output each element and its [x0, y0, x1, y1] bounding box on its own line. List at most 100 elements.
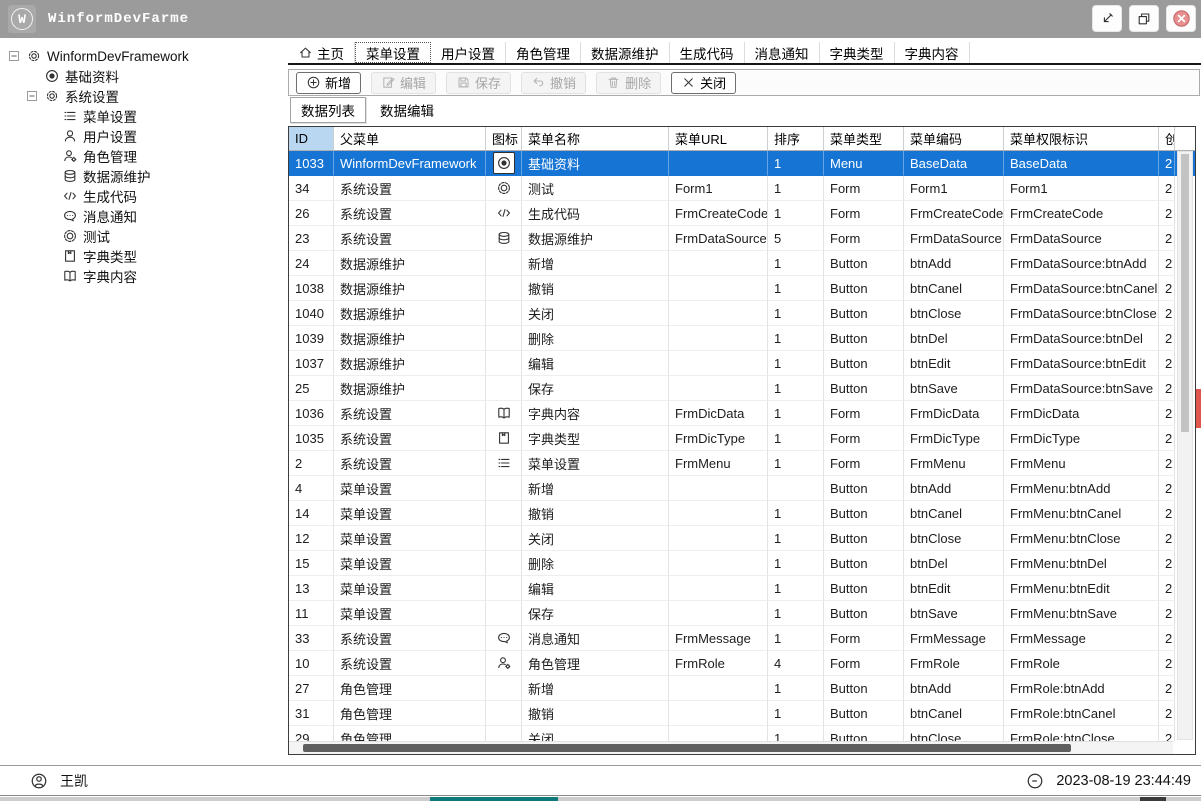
horizontal-scrollbar-thumb[interactable] [303, 744, 1071, 752]
tree-item-label: 数据源维护 [83, 170, 151, 185]
cell-text: 2 [1165, 255, 1173, 271]
table-row[interactable]: 1039 数据源维护 删除 1 Button btnDel FrmDataSource:bt… [289, 326, 1195, 351]
tree-item-user-settings[interactable]: 用户设置 [0, 126, 287, 146]
table-row[interactable]: 1033 WinformDevFramework 基础资料 1 Menu BaseData… [289, 151, 1195, 176]
tree-item-dict-content[interactable]: 字典内容 [0, 266, 287, 286]
table-row[interactable]: 33 系统设置 消息通知 FrmMessage 1 Form FrmMessage FrmMe… [289, 626, 1195, 651]
table-row[interactable]: 1036 系统设置 字典内容 FrmDicData 1 Form FrmDicData Frm… [289, 401, 1195, 426]
column-header-name[interactable]: 菜单名称 [522, 127, 669, 150]
add-button[interactable]: 新增 [296, 71, 362, 94]
tab-datasource-maintenance[interactable]: 数据源维护 [581, 42, 670, 63]
tab-dict-type[interactable]: 字典类型 [820, 42, 895, 63]
table-row[interactable]: 15 菜单设置 删除 1 Button btnDel FrmMenu:btnDel 2 [289, 551, 1195, 576]
cell-code: btnClose [904, 726, 1004, 741]
collapse-box-icon[interactable] [26, 90, 38, 102]
tab-message-notice[interactable]: 消息通知 [745, 42, 820, 63]
tab-role-management[interactable]: 角色管理 [506, 42, 581, 63]
tree-item-base-data[interactable]: 基础资料 [0, 66, 287, 86]
tab-menu-settings[interactable]: 菜单设置 [355, 42, 431, 63]
cell-text: Form1 [910, 180, 948, 196]
table-row[interactable]: 25 数据源维护 保存 1 Button btnSave FrmDataSource:btn… [289, 376, 1195, 401]
tab-code-generation[interactable]: 生成代码 [670, 42, 745, 63]
cell-perm: FrmDataSource:btnClose [1004, 301, 1159, 326]
tree-item-root[interactable]: WinformDevFramework [0, 46, 287, 66]
cell-text: Menu [830, 155, 863, 171]
collapse-box-icon[interactable] [8, 50, 20, 62]
column-header-sort[interactable]: 排序 [768, 127, 824, 150]
cell-icon [486, 601, 522, 626]
cell-extra: 2 [1159, 476, 1175, 501]
cell-icon [486, 226, 522, 251]
cell-text: Form [830, 655, 861, 671]
table-row[interactable]: 12 菜单设置 关闭 1 Button btnClose FrmMenu:btnClose 2 [289, 526, 1195, 551]
tree-item-test[interactable]: 测试 [0, 226, 287, 246]
table-row[interactable]: 24 数据源维护 新增 1 Button btnAdd FrmDataSource:btnA… [289, 251, 1195, 276]
subtab-data-list[interactable]: 数据列表 [290, 97, 366, 123]
tree-item-message-notice[interactable]: 消息通知 [0, 206, 287, 226]
close-x-icon [681, 75, 696, 90]
table-row[interactable]: 26 系统设置 生成代码 FrmCreateCode 1 Form FrmCreateCod… [289, 201, 1195, 226]
tree-item-system-settings[interactable]: 系统设置 [0, 86, 287, 106]
tab-dict-content[interactable]: 字典内容 [895, 42, 970, 63]
tree-item-datasource-maintenance[interactable]: 数据源维护 [0, 166, 287, 186]
column-header-parent[interactable]: 父菜单 [334, 127, 486, 150]
cell-text: Form1 [675, 180, 713, 196]
column-header-icon[interactable]: 图标 [486, 127, 522, 150]
tree-item-menu-settings[interactable]: 菜单设置 [0, 106, 287, 126]
cell-icon [486, 301, 522, 326]
vertical-scrollbar-thumb[interactable] [1181, 154, 1189, 432]
shrink-button[interactable] [1092, 5, 1122, 32]
table-row[interactable]: 23 系统设置 数据源维护 FrmDataSource 5 Form FrmDataSour… [289, 226, 1195, 251]
table-row[interactable]: 1035 系统设置 字典类型 FrmDicType 1 Form FrmDicType Frm… [289, 426, 1195, 451]
table-row[interactable]: 34 系统设置 测试 Form1 1 Form Form1 Form1 2 [289, 176, 1195, 201]
cell-text: 菜单设置 [528, 456, 581, 472]
edit-button[interactable]: 编辑 [371, 71, 437, 94]
horizontal-scrollbar[interactable] [289, 741, 1173, 754]
undo-button[interactable]: 撤销 [521, 71, 587, 94]
column-header-extra[interactable]: 创 [1159, 127, 1175, 150]
table-row[interactable]: 11 菜单设置 保存 1 Button btnSave FrmMenu:btnSave 2 [289, 601, 1195, 626]
cell-text: FrmMenu:btnSave [1010, 605, 1117, 621]
tab-home[interactable]: 主页 [288, 42, 355, 63]
cell-code: btnDel [904, 326, 1004, 351]
tree-item-role-management[interactable]: 角色管理 [0, 146, 287, 166]
column-header-code[interactable]: 菜单编码 [904, 127, 1004, 150]
cell-id: 31 [289, 701, 334, 726]
cell-sort: 1 [768, 451, 824, 476]
table-row[interactable]: 31 角色管理 撤销 1 Button btnCanel FrmRole:btnCanel 2 [289, 701, 1195, 726]
vertical-scrollbar[interactable] [1177, 151, 1193, 740]
cell-extra: 2 [1159, 576, 1175, 601]
close-button[interactable]: 关闭 [671, 71, 737, 94]
cell-text: Button [830, 330, 868, 346]
column-header-id[interactable]: ID [289, 127, 334, 150]
table-row[interactable]: 4 菜单设置 新增 Button btnAdd FrmMenu:btnAdd 2 [289, 476, 1195, 501]
table-row[interactable]: 2 系统设置 菜单设置 FrmMenu 1 Form FrmMenu FrmMenu 2 [289, 451, 1195, 476]
cell-perm: FrmDicData [1004, 401, 1159, 426]
column-header-url[interactable]: 菜单URL [669, 127, 768, 150]
database-icon [496, 230, 512, 246]
column-header-perm[interactable]: 菜单权限标识 [1004, 127, 1159, 150]
tree-item-dict-type[interactable]: 字典类型 [0, 246, 287, 266]
save-button[interactable]: 保存 [446, 71, 512, 94]
subtab-data-edit[interactable]: 数据编辑 [370, 97, 444, 123]
tree-item-code-generation[interactable]: 生成代码 [0, 186, 287, 206]
close-button[interactable] [1166, 5, 1196, 32]
delete-button[interactable]: 删除 [596, 71, 662, 94]
column-header-type[interactable]: 菜单类型 [824, 127, 904, 150]
tab-label: 主页 [317, 46, 344, 62]
table-row[interactable]: 27 角色管理 新增 1 Button btnAdd FrmRole:btnAdd 2 [289, 676, 1195, 701]
restore-button[interactable] [1129, 5, 1159, 32]
table-row[interactable]: 13 菜单设置 编辑 1 Button btnEdit FrmMenu:btnEdit 2 [289, 576, 1195, 601]
table-row[interactable]: 14 菜单设置 撤销 1 Button btnCanel FrmMenu:btnCanel 2 [289, 501, 1195, 526]
cell-extra: 2 [1159, 701, 1175, 726]
titlebar[interactable]: W WinformDevFarme [0, 0, 1201, 38]
cell-type: Button [824, 526, 904, 551]
cell-icon [486, 426, 522, 451]
table-row[interactable]: 29 角色管理 关闭 1 Button btnClose FrmRole:btnClose 2 [289, 726, 1195, 741]
tab-user-settings[interactable]: 用户设置 [431, 42, 506, 63]
table-row[interactable]: 1038 数据源维护 撤销 1 Button btnCanel FrmDataSource:… [289, 276, 1195, 301]
table-row[interactable]: 1037 数据源维护 编辑 1 Button btnEdit FrmDataSource:b… [289, 351, 1195, 376]
table-row[interactable]: 1040 数据源维护 关闭 1 Button btnClose FrmDataSource:… [289, 301, 1195, 326]
table-row[interactable]: 10 系统设置 角色管理 FrmRole 4 Form FrmRole FrmRole 2 [289, 651, 1195, 676]
